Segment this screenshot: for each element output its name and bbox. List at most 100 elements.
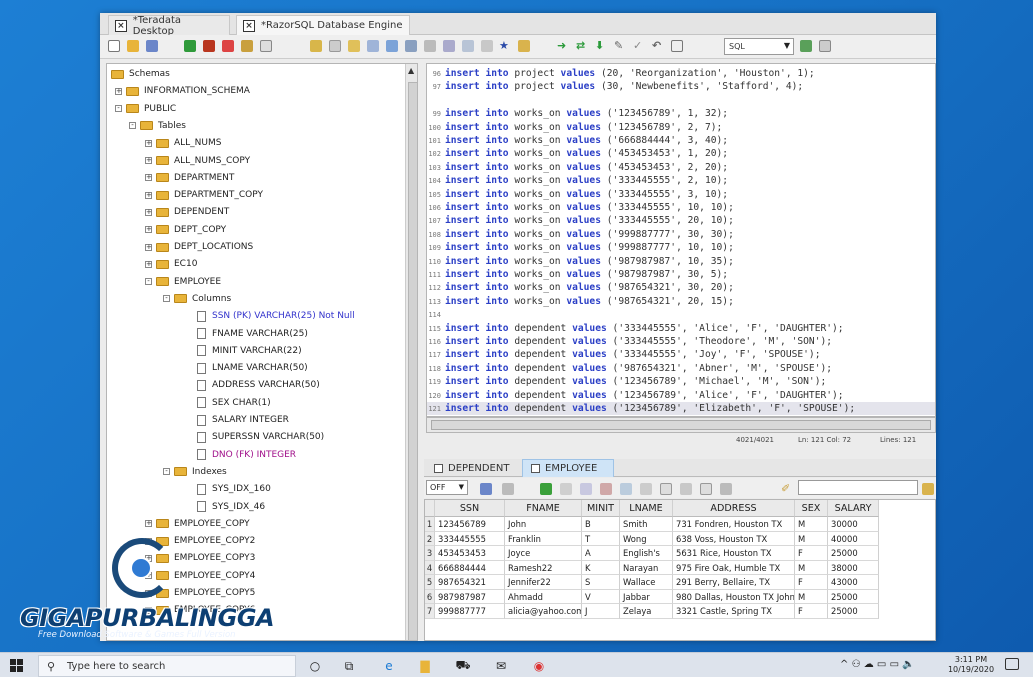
columns-icon[interactable]	[640, 483, 652, 495]
table-cell[interactable]: John	[505, 517, 582, 532]
tree-node[interactable]: + ALL_NUMS_COPY	[145, 154, 250, 168]
checkmark-icon[interactable]: ✓	[633, 40, 642, 52]
table-cell[interactable]: 980 Dallas, Houston TX John	[673, 589, 795, 604]
tree-node[interactable]: SEX CHAR(1)	[197, 396, 271, 410]
query-builder-icon[interactable]	[819, 40, 831, 52]
bookmark-icon[interactable]	[348, 40, 360, 52]
edge-browser-icon[interactable]: e	[380, 657, 398, 675]
table-cell[interactable]: 40000	[828, 531, 879, 546]
table-row[interactable]: 7 999887777 alicia@yahoo.com J Zelaya 3321 Ca…	[425, 604, 879, 619]
table-cell[interactable]: 291 Berry, Bellaire, TX	[673, 575, 795, 590]
tree-node[interactable]: SYS_IDX_160	[197, 482, 271, 496]
refresh-icon[interactable]	[540, 483, 552, 495]
expand-icon[interactable]: +	[145, 139, 152, 147]
key-icon[interactable]	[241, 40, 253, 52]
chevron-up-icon[interactable]: ^	[840, 659, 848, 670]
table-cell[interactable]: Jabbar	[620, 589, 673, 604]
column-header[interactable]: SALARY	[828, 500, 879, 517]
collapse-icon[interactable]: -	[129, 122, 136, 130]
table-cell[interactable]: Ahmadd	[505, 589, 582, 604]
cloud-icon[interactable]: ☁	[864, 659, 874, 670]
table-cell[interactable]: 987987987	[435, 589, 505, 604]
list-icon[interactable]	[424, 40, 436, 52]
horizontal-scrollbar[interactable]: ◀	[426, 417, 936, 433]
align-icon[interactable]	[443, 40, 455, 52]
wizard-icon[interactable]	[310, 40, 322, 52]
connect-icon[interactable]	[184, 40, 196, 52]
tree-node[interactable]: SSN (PK) VARCHAR(25) Not Null	[197, 309, 355, 323]
stop-icon[interactable]	[222, 40, 234, 52]
table-cell[interactable]: 25000	[828, 546, 879, 561]
table-cell[interactable]: 666884444	[435, 560, 505, 575]
table-cell[interactable]: Narayan	[620, 560, 673, 575]
table-cell[interactable]: Franklin	[505, 531, 582, 546]
scrollbar-thumb[interactable]	[408, 82, 417, 640]
result-search-input[interactable]	[798, 480, 918, 495]
close-icon[interactable]: ×	[243, 19, 255, 32]
tree-node[interactable]: + ALL_NUMS	[145, 136, 221, 150]
table-cell[interactable]: 3321 Castle, Spring TX	[673, 604, 795, 619]
column-header[interactable]: FNAME	[505, 500, 582, 517]
find-next-icon[interactable]	[922, 483, 934, 495]
table-cell[interactable]: M	[795, 517, 828, 532]
filter-icon[interactable]	[502, 483, 514, 495]
table-cell[interactable]: English's	[620, 546, 673, 561]
table-cell[interactable]: J	[582, 604, 620, 619]
table-cell[interactable]: 975 Fire Oak, Humble TX	[673, 560, 795, 575]
vertical-scrollbar[interactable]: ▲	[405, 64, 417, 640]
expand-icon[interactable]: +	[145, 520, 152, 528]
tree-node[interactable]: + DEPARTMENT_COPY	[145, 188, 263, 202]
close-icon[interactable]: ×	[115, 19, 127, 32]
table-cell[interactable]: Smith	[620, 517, 673, 532]
tab-dependent[interactable]: DEPENDENT	[426, 459, 520, 477]
table-cell[interactable]: 38000	[828, 560, 879, 575]
tree-node[interactable]: + INFORMATION_SCHEMA	[115, 84, 250, 98]
table-cell[interactable]: Joyce	[505, 546, 582, 561]
taskbar-clock[interactable]: 3:11 PM 10/19/2020	[946, 655, 996, 675]
tree-node[interactable]: Schemas	[111, 67, 170, 81]
expand-icon[interactable]: +	[145, 226, 152, 234]
network-icon[interactable]: ▭	[890, 659, 899, 670]
save-icon[interactable]	[146, 40, 158, 52]
collapse-icon[interactable]: -	[163, 295, 170, 303]
mail-icon[interactable]: ✉	[492, 657, 510, 675]
table-cell[interactable]: M	[795, 589, 828, 604]
add-row-icon[interactable]	[620, 483, 632, 495]
tree-node[interactable]: - Indexes	[163, 465, 227, 479]
windows-start-icon[interactable]	[10, 659, 24, 673]
tree-node[interactable]: FNAME VARCHAR(25)	[197, 327, 308, 341]
tab-razorsql-database-engine[interactable]: × *RazorSQL Database Engine	[236, 15, 410, 35]
expand-icon[interactable]: +	[115, 87, 122, 95]
table-cell[interactable]: T	[582, 531, 620, 546]
tree-node[interactable]: SUPERSSN VARCHAR(50)	[197, 430, 324, 444]
table-row[interactable]: 3 453453453 Joyce A English's 5631 Rice, Hous…	[425, 546, 879, 561]
column-header[interactable]: SSN	[435, 500, 505, 517]
scrollbar-thumb[interactable]	[431, 420, 931, 430]
expand-icon[interactable]: +	[145, 208, 152, 216]
table-cell[interactable]: 731 Fondren, Houston TX	[673, 517, 795, 532]
table-cell[interactable]: 638 Voss, Houston TX	[673, 531, 795, 546]
expand-icon[interactable]: +	[145, 174, 152, 182]
tree-node[interactable]: + EMPLOYEE_COPY	[145, 517, 250, 531]
task-view-icon[interactable]: ⧉	[340, 657, 358, 675]
table-cell[interactable]: Wallace	[620, 575, 673, 590]
table-row[interactable]: 2 333445555 Franklin T Wong 638 Voss, Houston…	[425, 531, 879, 546]
export-data-icon[interactable]	[660, 483, 672, 495]
down-arrow-icon[interactable]: ⬇	[595, 40, 604, 52]
format-sql-icon[interactable]	[800, 40, 812, 52]
table-cell[interactable]: 999887777	[435, 604, 505, 619]
table-cell[interactable]: B	[582, 517, 620, 532]
tree-node[interactable]: MINIT VARCHAR(22)	[197, 344, 302, 358]
tree-node[interactable]: + DEPENDENT	[145, 205, 229, 219]
tab-employee[interactable]: EMPLOYEE	[522, 459, 614, 477]
undo-icon[interactable]: ↶	[652, 40, 661, 52]
expand-icon[interactable]: +	[145, 191, 152, 199]
sql-type-select[interactable]: SQL ▼	[724, 38, 794, 55]
chart-icon[interactable]	[720, 483, 732, 495]
pencil-icon[interactable]: ✎	[614, 40, 623, 52]
people-icon[interactable]: ⚇	[852, 659, 861, 670]
sql-editor[interactable]: 96 insert into project values (20, 'Reorg…	[426, 63, 936, 417]
brush-icon[interactable]: ✐	[781, 483, 790, 495]
expand-icon[interactable]: +	[145, 260, 152, 268]
table-cell[interactable]: 123456789	[435, 517, 505, 532]
